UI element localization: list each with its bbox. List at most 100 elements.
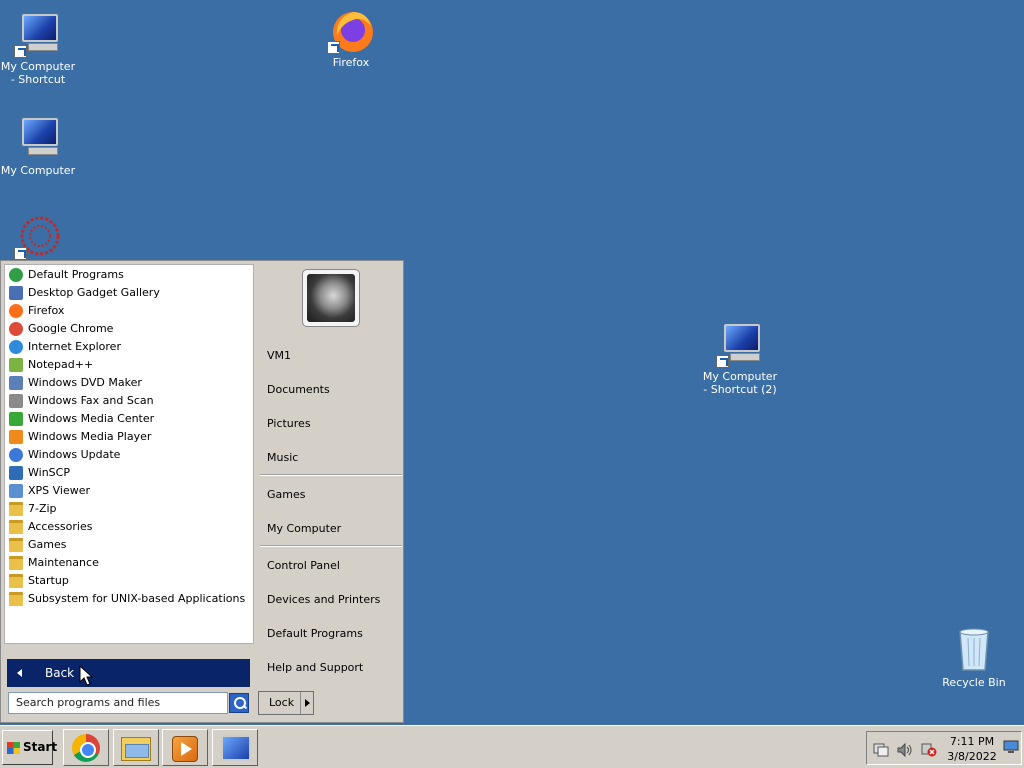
list-item-label: Accessories <box>28 520 93 533</box>
taskbar-network-button[interactable] <box>212 729 258 766</box>
taskbar-explorer-button[interactable] <box>113 729 159 766</box>
separator <box>260 545 402 547</box>
list-item[interactable]: Startup <box>5 572 253 590</box>
search-input[interactable]: Search programs and files <box>8 692 228 714</box>
action-center-icon[interactable] <box>873 743 889 757</box>
list-item-label: 7-Zip <box>28 502 57 515</box>
list-item-label: Desktop Gadget Gallery <box>28 286 160 299</box>
list-item[interactable]: Subsystem for UNIX-based Applications <box>5 590 253 608</box>
list-item[interactable]: Windows Media Player <box>5 428 253 446</box>
all-programs-list: Default Programs Desktop Gadget Gallery Fi… <box>4 264 254 644</box>
start-label: Start <box>23 740 58 754</box>
clock-date[interactable]: 3/8/2022 <box>947 750 997 763</box>
network-icon <box>221 735 251 761</box>
taskbar-media-player-button[interactable] <box>162 729 208 766</box>
start-menu: Default Programs Desktop Gadget Gallery Fi… <box>0 260 404 723</box>
place-music[interactable]: Music <box>267 451 298 464</box>
place-pictures[interactable]: Pictures <box>267 417 311 430</box>
list-item[interactable]: XPS Viewer <box>5 482 253 500</box>
notepadpp-icon <box>9 358 23 372</box>
list-item-label: Default Programs <box>28 268 124 281</box>
list-item-label: WinSCP <box>28 466 70 479</box>
list-item[interactable]: Desktop Gadget Gallery <box>5 284 253 302</box>
list-item[interactable]: Games <box>5 536 253 554</box>
desktop-icon-label: Firefox <box>332 56 370 69</box>
list-item[interactable]: Windows Fax and Scan <box>5 392 253 410</box>
desktop-icon-my-computer[interactable]: My Computer <box>0 114 78 177</box>
lock-button[interactable]: Lock <box>258 691 314 715</box>
list-item[interactable]: Windows Update <box>5 446 253 464</box>
shortcut-arrow-icon <box>716 355 729 368</box>
place-documents[interactable]: Documents <box>267 383 330 396</box>
desktop-icon-my-computer-shortcut-2[interactable]: My Computer - Shortcut (2) <box>700 320 780 396</box>
computer-icon <box>14 10 62 58</box>
list-item[interactable]: Google Chrome <box>5 320 253 338</box>
folder-icon <box>9 538 23 552</box>
folder-icon <box>9 520 23 534</box>
desktop-icon-recycle-bin[interactable]: Recycle Bin <box>934 626 1014 689</box>
folder-icon <box>9 502 23 516</box>
desktop-icon-label: My Computer <box>0 164 76 177</box>
list-item[interactable]: 7-Zip <box>5 500 253 518</box>
desktop-icon-label: My Computer - Shortcut (2) <box>702 370 778 396</box>
list-item-label: Windows Fax and Scan <box>28 394 154 407</box>
place-games[interactable]: Games <box>267 488 305 501</box>
network-disconnected-icon[interactable] <box>921 743 937 757</box>
list-item-label: Games <box>28 538 67 551</box>
list-item-label: Maintenance <box>28 556 99 569</box>
place-my-computer[interactable]: My Computer <box>267 522 341 535</box>
back-label: Back <box>45 666 75 680</box>
show-desktop-icon[interactable] <box>1003 740 1019 754</box>
firefox-icon <box>9 304 23 318</box>
clock-time[interactable]: 7:11 PM <box>947 735 997 748</box>
volume-icon[interactable] <box>897 742 913 758</box>
list-item[interactable]: WinSCP <box>5 464 253 482</box>
start-menu-places: VM1 Documents Pictures Music Games My Co… <box>256 261 403 686</box>
taskbar: Start 7:11 PM 3/8/2022 <box>0 725 1024 768</box>
taskbar-chrome-button[interactable] <box>63 729 109 766</box>
list-item-label: Windows Update <box>28 448 121 461</box>
list-item[interactable]: Windows Media Center <box>5 410 253 428</box>
list-item[interactable]: Firefox <box>5 302 253 320</box>
desktop-icon-my-computer-shortcut[interactable]: My Computer - Shortcut <box>0 10 78 86</box>
recycle-bin-icon <box>950 626 998 674</box>
mouse-pointer-icon <box>79 665 93 686</box>
arrow-left-icon <box>17 669 22 677</box>
list-item-label: XPS Viewer <box>28 484 91 497</box>
place-help-support[interactable]: Help and Support <box>267 661 363 674</box>
shortcut-arrow-icon <box>14 247 27 260</box>
place-user-folder[interactable]: VM1 <box>267 349 291 362</box>
list-item-label: Notepad++ <box>28 358 94 371</box>
user-picture-avatar[interactable] <box>302 269 360 327</box>
gadget-gallery-icon <box>9 286 23 300</box>
media-player-icon <box>9 430 23 444</box>
desktop-icon-firefox[interactable]: Firefox <box>311 6 391 69</box>
list-item[interactable]: Windows DVD Maker <box>5 374 253 392</box>
list-item[interactable]: Notepad++ <box>5 356 253 374</box>
system-tray: 7:11 PM 3/8/2022 <box>866 731 1022 765</box>
place-control-panel[interactable]: Control Panel <box>267 559 340 572</box>
list-item[interactable]: Default Programs <box>5 266 253 284</box>
start-button[interactable]: Start <box>2 730 57 765</box>
windows-logo-icon <box>7 742 20 754</box>
default-programs-icon <box>9 268 23 282</box>
lock-label: Lock <box>269 696 295 709</box>
list-item-label: Startup <box>28 574 69 587</box>
search-icon[interactable] <box>229 693 249 713</box>
list-item[interactable]: Internet Explorer <box>5 338 253 356</box>
list-item[interactable]: Maintenance <box>5 554 253 572</box>
shutdown-options-arrow-icon[interactable] <box>300 692 313 714</box>
place-devices-printers[interactable]: Devices and Printers <box>267 593 380 606</box>
back-button[interactable]: Back <box>7 659 250 687</box>
internet-explorer-icon <box>9 340 23 354</box>
folder-icon <box>9 556 23 570</box>
list-item-label: Firefox <box>28 304 65 317</box>
list-item-label: Google Chrome <box>28 322 114 335</box>
windows-update-icon <box>9 448 23 462</box>
computer-icon <box>14 114 62 162</box>
list-item[interactable]: Accessories <box>5 518 253 536</box>
desktop-icon-label: Recycle Bin <box>942 676 1006 689</box>
desktop-icon-partial[interactable] <box>0 212 78 262</box>
folder-icon <box>9 574 23 588</box>
place-default-programs[interactable]: Default Programs <box>267 627 363 640</box>
